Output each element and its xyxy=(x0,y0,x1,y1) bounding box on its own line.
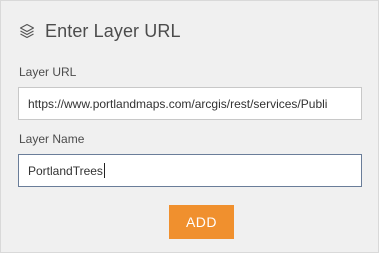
layer-url-label: Layer URL xyxy=(19,65,77,79)
layers-icon xyxy=(19,23,35,39)
add-layer-panel: Enter Layer URL Layer URL https://www.po… xyxy=(0,0,379,253)
panel-title: Enter Layer URL xyxy=(45,20,181,41)
text-cursor xyxy=(103,163,105,178)
layer-url-value: https://www.portlandmaps.com/arcgis/rest… xyxy=(28,96,328,111)
panel-header: Enter Layer URL xyxy=(19,18,181,44)
layer-name-value: PortlandTrees xyxy=(28,163,103,178)
add-button[interactable]: ADD xyxy=(169,205,234,239)
layer-name-input[interactable]: PortlandTrees xyxy=(18,154,362,187)
layer-name-label: Layer Name xyxy=(19,132,85,146)
layer-url-input[interactable]: https://www.portlandmaps.com/arcgis/rest… xyxy=(18,87,362,120)
